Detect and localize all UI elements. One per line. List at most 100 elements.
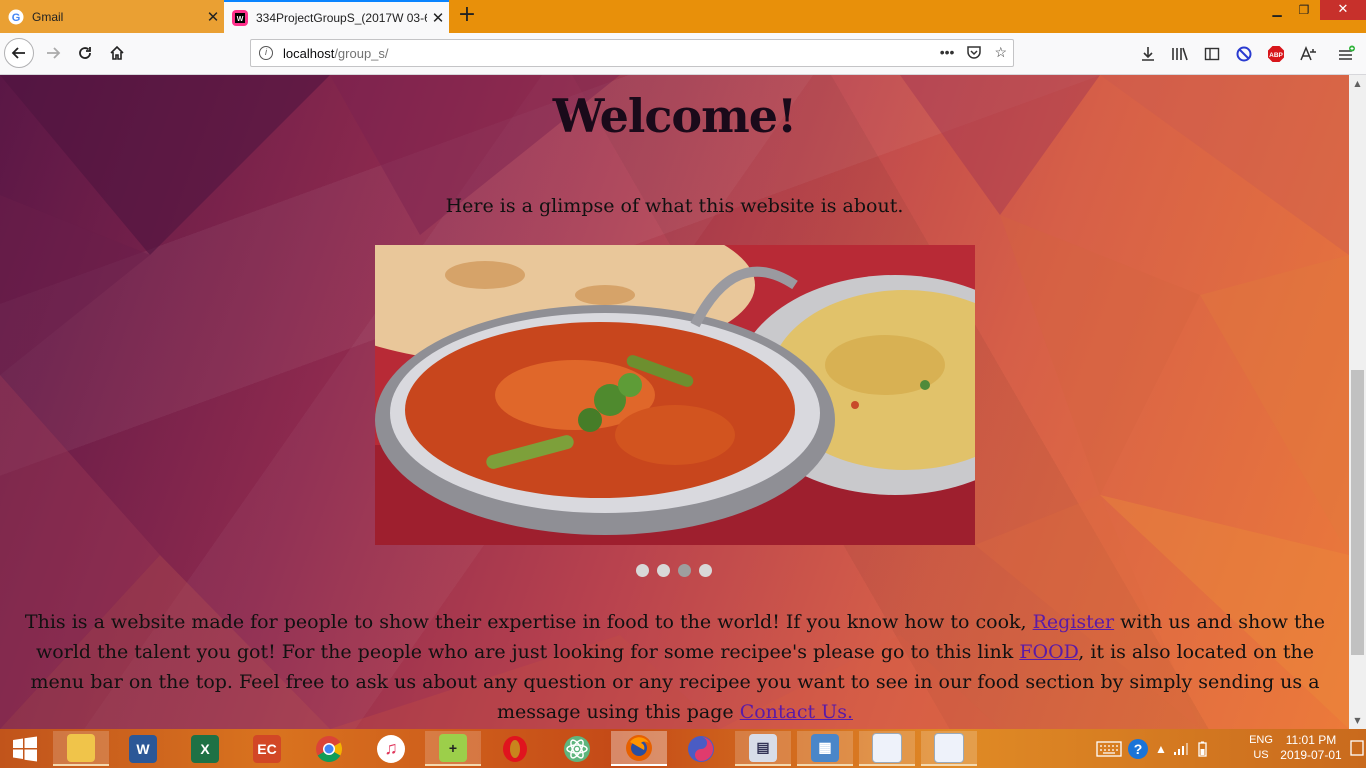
downloads-icon[interactable] xyxy=(1138,44,1158,64)
hamburger-menu-icon[interactable] xyxy=(1336,44,1356,64)
bookmark-star-icon[interactable]: ☆ xyxy=(994,44,1007,63)
language-code: ENG xyxy=(1249,734,1273,746)
system-tray: ? ▲ xyxy=(1094,729,1212,768)
tab-gmail[interactable]: G Gmail ✕ xyxy=(0,0,224,33)
arrow-right-icon xyxy=(47,47,61,59)
network-signal-icon[interactable] xyxy=(1170,742,1192,756)
tab-project[interactable]: W 334ProjectGroupS_(2017W 03-6 ✕ xyxy=(224,0,449,33)
minimize-icon[interactable]: ▁ xyxy=(1263,0,1291,20)
app-taskbar-item[interactable]: ▦ xyxy=(797,731,853,766)
blocker-extension-icon[interactable] xyxy=(1234,44,1254,64)
contact-us-link[interactable]: Contact Us. xyxy=(740,701,853,723)
system-clock[interactable]: 11:01 PM 2019-07-01 xyxy=(1276,733,1346,763)
webstorm-icon: W xyxy=(232,9,248,26)
document-icon xyxy=(872,732,902,763)
svg-text:W: W xyxy=(237,16,244,23)
folder-icon xyxy=(67,733,95,762)
excel-taskbar-item[interactable]: X xyxy=(177,731,233,766)
itunes-taskbar-item[interactable]: ♫ xyxy=(363,731,419,766)
windows-logo-icon xyxy=(13,736,37,761)
close-tab-icon[interactable]: ✕ xyxy=(427,9,449,27)
url-bar[interactable]: i localhost/group_s/ ••• ☆ xyxy=(250,39,1014,67)
svg-text:?: ? xyxy=(1134,741,1143,757)
scroll-down-arrow-icon[interactable]: ▼ xyxy=(1349,712,1366,729)
arrow-left-icon xyxy=(11,47,25,59)
control-panel-icon: ▦ xyxy=(811,733,839,762)
notepad-plus-icon: + xyxy=(439,733,467,762)
scroll-up-arrow-icon[interactable]: ▲ xyxy=(1349,75,1366,92)
chrome-taskbar-item[interactable] xyxy=(301,731,357,766)
home-button[interactable] xyxy=(102,38,132,68)
browser-titlebar: G Gmail ✕ W 334ProjectGroupS_(2017W 03-6… xyxy=(0,0,1366,33)
pocket-icon[interactable] xyxy=(966,44,982,63)
site-info-icon[interactable]: i xyxy=(259,46,273,60)
battery-icon[interactable] xyxy=(1192,741,1212,757)
notepadpp-taskbar-item[interactable]: + xyxy=(425,731,481,766)
carousel-dot[interactable] xyxy=(657,564,670,577)
close-tab-icon[interactable]: ✕ xyxy=(202,8,224,26)
translate-extension-icon[interactable] xyxy=(1298,44,1318,64)
chrome-icon xyxy=(316,735,343,762)
page-content: Welcome! Here is a glimpse of what this … xyxy=(0,75,1349,729)
start-button[interactable] xyxy=(0,729,50,768)
input-language-indicator[interactable]: ENG US xyxy=(1246,733,1276,763)
reload-icon xyxy=(79,47,91,59)
adblock-plus-icon[interactable]: ABP xyxy=(1266,44,1286,64)
forward-button[interactable] xyxy=(38,38,68,68)
back-button[interactable] xyxy=(4,38,34,68)
page-subheading: Here is a glimpse of what this website i… xyxy=(445,195,904,217)
word-icon: W xyxy=(129,734,157,763)
page-actions-icon[interactable]: ••• xyxy=(940,44,955,63)
gmail-g-icon: G xyxy=(8,9,24,25)
opera-taskbar-item[interactable] xyxy=(487,731,543,766)
app-taskbar-item[interactable]: EC xyxy=(239,731,295,766)
carousel-dot[interactable] xyxy=(699,564,712,577)
navigation-bar: i localhost/group_s/ ••• ☆ ABP xyxy=(0,33,1366,75)
firefox-icon xyxy=(626,734,652,761)
url-host: localhost xyxy=(283,45,335,61)
svg-text:ABP: ABP xyxy=(1269,52,1283,59)
window-close-button[interactable]: ✕ xyxy=(1320,0,1366,20)
tab-label: 334ProjectGroupS_(2017W 03-6 xyxy=(256,10,427,25)
home-icon xyxy=(110,45,124,60)
windows-taskbar: W X EC ♫ + ▤ ▦ ? ▲ ENG US 11:01 PM 2019-… xyxy=(0,729,1366,768)
vertical-scrollbar[interactable]: ▲ ▼ xyxy=(1349,75,1366,729)
monitor-app-icon: ▤ xyxy=(749,733,777,762)
firefox-taskbar-item[interactable] xyxy=(611,731,667,766)
clock-time: 11:01 PM xyxy=(1285,733,1337,747)
sidebar-icon[interactable] xyxy=(1202,44,1222,64)
touch-keyboard-icon[interactable] xyxy=(1094,740,1124,757)
opera-icon xyxy=(503,735,527,762)
presentation-app-icon: EC xyxy=(253,734,281,763)
music-note-icon: ♫ xyxy=(377,734,405,763)
clock-date: 2019-07-01 xyxy=(1280,748,1342,762)
tab-label: Gmail xyxy=(32,9,64,24)
reload-button[interactable] xyxy=(70,38,100,68)
document-taskbar-item[interactable] xyxy=(859,731,915,766)
new-tab-button[interactable]: + xyxy=(456,4,478,27)
show-hidden-icons-chevron-up-icon[interactable]: ▲ xyxy=(1152,742,1170,756)
register-link[interactable]: Register xyxy=(1033,611,1115,633)
help-icon[interactable]: ? xyxy=(1124,738,1152,760)
carousel-dot-active[interactable] xyxy=(678,564,691,577)
app-taskbar-item[interactable] xyxy=(673,731,729,766)
page-title: Welcome! xyxy=(552,89,797,143)
word-taskbar-item[interactable]: W xyxy=(115,731,171,766)
carousel-indicators xyxy=(636,564,712,577)
carousel-dot[interactable] xyxy=(636,564,649,577)
app-taskbar-item[interactable]: ▤ xyxy=(735,731,791,766)
excel-icon: X xyxy=(191,734,219,763)
atom-taskbar-item[interactable] xyxy=(549,731,605,766)
document-icon xyxy=(934,732,964,763)
swirl-app-icon xyxy=(688,735,714,762)
atom-icon xyxy=(564,735,590,762)
library-icon[interactable] xyxy=(1170,44,1190,64)
restore-icon[interactable]: ❐ xyxy=(1290,0,1318,20)
notifications-icon[interactable] xyxy=(1350,739,1364,757)
food-link[interactable]: FOOD xyxy=(1019,641,1078,663)
carousel-image xyxy=(375,245,975,545)
language-region: US xyxy=(1253,749,1269,761)
scrollbar-thumb[interactable] xyxy=(1351,370,1364,655)
document-taskbar-item[interactable] xyxy=(921,731,977,766)
file-explorer-taskbar-item[interactable] xyxy=(53,731,109,766)
